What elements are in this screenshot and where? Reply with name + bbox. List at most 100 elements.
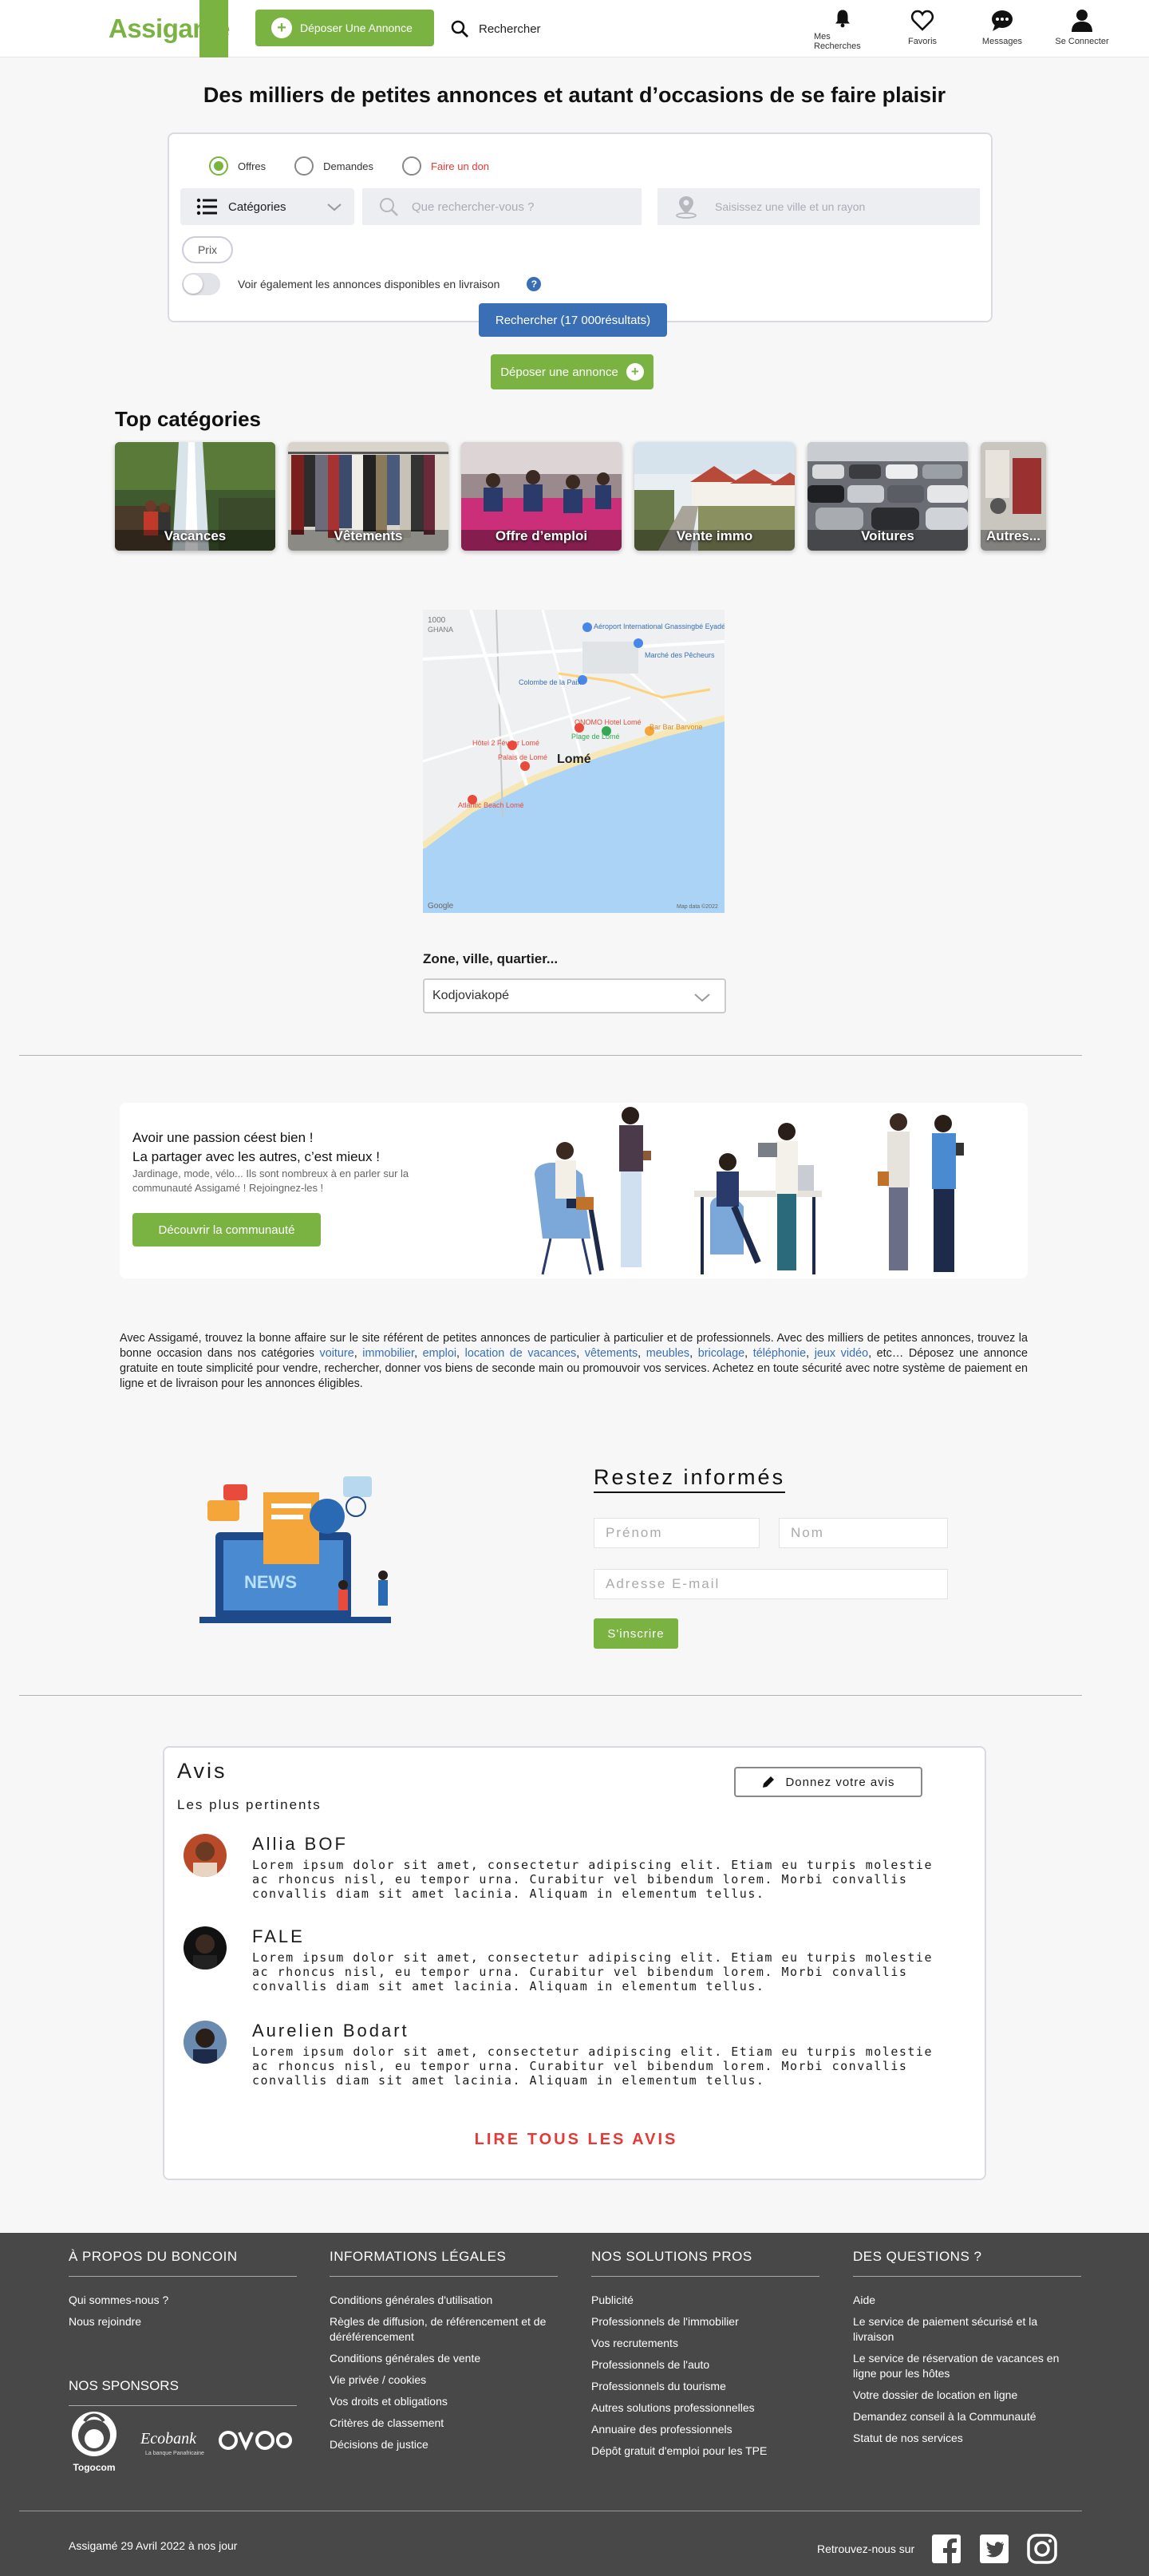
review-text: Lorem ipsum dolor sit amet, consectetur … bbox=[252, 2045, 933, 2088]
footer-link[interactable]: Conditions générales de vente bbox=[330, 2351, 558, 2366]
togocom-logo[interactable]: Togocom bbox=[72, 2412, 116, 2473]
chat-bubble-icon bbox=[992, 10, 1013, 31]
seo-link-emploi[interactable]: emploi bbox=[423, 1347, 456, 1360]
email-input[interactable]: Adresse E-mail bbox=[594, 1569, 948, 1599]
livraison-toggle[interactable] bbox=[182, 273, 220, 295]
search-filter-row: Catégories Que rechercher-vous ? Saisiss… bbox=[180, 188, 980, 225]
seo-link-telephonie[interactable]: téléphonie bbox=[753, 1347, 806, 1360]
map-label-atlantic: Atlantic Beach Lomé bbox=[458, 801, 524, 809]
footer-link[interactable]: Conditions générales d'utilisation bbox=[330, 2293, 558, 2308]
prenom-input[interactable]: Prénom bbox=[594, 1518, 760, 1548]
footer-link[interactable]: Vos recrutements bbox=[591, 2336, 819, 2351]
nom-input[interactable]: Nom bbox=[779, 1518, 948, 1548]
footer-link[interactable]: Vie privée / cookies bbox=[330, 2373, 558, 2388]
footer-link[interactable]: Annuaire des professionnels bbox=[591, 2422, 819, 2437]
category-label: Offre d’emploi bbox=[495, 528, 588, 543]
radio-demandes[interactable]: Demandes bbox=[294, 156, 373, 176]
seo-link-bricolage[interactable]: bricolage bbox=[698, 1347, 744, 1360]
seo-link-voiture[interactable]: voiture bbox=[320, 1347, 354, 1360]
map-canvas: 1000 GHANA Aéroport International Gnassi… bbox=[423, 610, 725, 913]
prenom-placeholder: Prénom bbox=[606, 1525, 663, 1540]
twitter-icon[interactable] bbox=[978, 2533, 1010, 2565]
footer-link[interactable]: Autres solutions professionnelles bbox=[591, 2400, 819, 2416]
plus-icon: + bbox=[626, 363, 644, 381]
onomo-logo[interactable] bbox=[219, 2431, 292, 2451]
reviews-card: Avis Les plus pertinents Donnez votre av… bbox=[163, 1746, 986, 2180]
livraison-toggle-row: Voir également les annonces disponibles … bbox=[182, 273, 542, 295]
donnez-avis-label: Donnez votre avis bbox=[785, 1775, 895, 1789]
seo-link-location-vacances[interactable]: location de vacances bbox=[465, 1347, 577, 1360]
seo-link-meubles[interactable]: meubles bbox=[646, 1347, 689, 1360]
nav-messages[interactable]: Messages bbox=[973, 8, 1031, 51]
seo-link-vetements[interactable]: vêtements bbox=[585, 1347, 638, 1360]
footer-link[interactable]: Le service de réservation de vacances en… bbox=[853, 2351, 1081, 2381]
category-tile-autres[interactable]: Autres... bbox=[981, 442, 1046, 551]
footer-link[interactable]: Dépôt gratuit d'emploi pour les TPE bbox=[591, 2444, 819, 2459]
footer-link[interactable]: Qui sommes-nous ? bbox=[69, 2293, 297, 2308]
nav-favoris-label: Favoris bbox=[907, 37, 938, 46]
what-search-input[interactable]: Que rechercher-vous ? bbox=[362, 188, 642, 225]
help-icon[interactable]: ? bbox=[527, 277, 542, 291]
category-tile-vacances[interactable]: Vacances bbox=[115, 442, 275, 551]
footer-link[interactable]: Critères de classement bbox=[330, 2416, 558, 2431]
seo-link-immobilier[interactable]: immobilier bbox=[362, 1347, 414, 1360]
facebook-icon[interactable] bbox=[930, 2533, 962, 2565]
footer-link[interactable]: Professionnels du tourisme bbox=[591, 2379, 819, 2394]
rechercher-submit-button[interactable]: Rechercher (17 000résultats) bbox=[479, 303, 667, 337]
map-label-hotel: Hôtel 2 Février Lomé bbox=[472, 739, 539, 747]
where-placeholder: Saisissez une ville et un rayon bbox=[715, 200, 866, 213]
decouvrir-communaute-button[interactable]: Découvrir la communauté bbox=[132, 1213, 321, 1247]
footer-link[interactable]: Demandez conseil à la Communauté bbox=[853, 2409, 1081, 2424]
footer-link[interactable]: Nous rejoindre bbox=[69, 2314, 297, 2329]
community-title: Avoir une passion céest bien ! La partag… bbox=[132, 1130, 380, 1164]
instagram-icon[interactable] bbox=[1026, 2533, 1058, 2565]
footer-link[interactable]: Vos droits et obligations bbox=[330, 2394, 558, 2409]
seo-link-jeux-video[interactable]: jeux vidéo bbox=[815, 1347, 868, 1360]
footer-link[interactable]: Professionnels de l'auto bbox=[591, 2357, 819, 2373]
nav-mes-recherches[interactable]: Mes Recherches bbox=[814, 8, 871, 51]
prix-filter-button[interactable]: Prix bbox=[182, 236, 233, 263]
ecobank-logo[interactable]: Ecobank La banque Panafricaine bbox=[140, 2430, 204, 2456]
map-city-label: Lomé bbox=[557, 753, 591, 766]
category-tile-voitures[interactable]: Voitures bbox=[807, 442, 968, 551]
radio-circle-checked bbox=[209, 156, 228, 176]
logo[interactable]: Assigamé bbox=[109, 0, 230, 57]
footer-link[interactable]: Statut de nos services bbox=[853, 2431, 1081, 2446]
where-location-input[interactable]: Saisissez une ville et un rayon bbox=[657, 188, 980, 225]
zone-select[interactable]: Kodjoviakopé bbox=[423, 978, 726, 1013]
lire-tous-les-avis-link[interactable]: LIRE TOUS LES AVIS bbox=[164, 2131, 988, 2149]
hero-title: Des milliers de petites annonces et auta… bbox=[203, 83, 946, 107]
category-tile-vente-immo[interactable]: Vente immo bbox=[634, 442, 795, 551]
heart-icon bbox=[910, 10, 934, 31]
donnez-avis-button[interactable]: Donnez votre avis bbox=[734, 1767, 922, 1797]
footer-link[interactable]: Votre dossier de location en ligne bbox=[853, 2388, 1081, 2403]
inscrire-button[interactable]: S'inscrire bbox=[594, 1618, 678, 1649]
deposer-annonce-button-secondary[interactable]: Déposer une annonce + bbox=[491, 354, 653, 389]
nav-se-connecter[interactable]: Se Connecter bbox=[1053, 8, 1111, 51]
footer-link[interactable]: Le service de paiement sécurisé et la li… bbox=[853, 2314, 1081, 2345]
footer-link[interactable]: Décisions de justice bbox=[330, 2437, 558, 2452]
radio-faire-un-don[interactable]: Faire un don bbox=[402, 156, 489, 176]
social-links: Retrouvez-nous sur bbox=[817, 2533, 1058, 2565]
map-label-onomo: ONOMO Hotel Lomé bbox=[574, 718, 642, 726]
footer-link[interactable]: Publicité bbox=[591, 2293, 819, 2308]
footer-link[interactable]: Professionnels de l'immobilier bbox=[591, 2314, 819, 2329]
categories-dropdown[interactable]: Catégories bbox=[180, 188, 354, 225]
user-icon bbox=[1072, 10, 1092, 32]
sponsors-title: NOS SPONSORS bbox=[69, 2378, 297, 2406]
deposer-annonce-button[interactable]: + Déposer Une Annonce bbox=[255, 10, 434, 46]
community-banner: Avoir une passion céest bien ! La partag… bbox=[120, 1103, 1028, 1278]
reviews-title: Avis bbox=[177, 1759, 227, 1783]
category-tile-vetements[interactable]: Vêtements bbox=[288, 442, 448, 551]
radio-offres[interactable]: Offres bbox=[209, 156, 266, 176]
footer-link[interactable]: Règles de diffusion, de référencement et… bbox=[330, 2314, 558, 2345]
reviewer-name: Aurelien Bodart bbox=[252, 2021, 409, 2041]
header-search-link[interactable]: Rechercher bbox=[450, 14, 541, 43]
seo-description: Avec Assigamé, trouvez la bonne affaire … bbox=[120, 1332, 1029, 1390]
follow-label: Retrouvez-nous sur bbox=[817, 2542, 915, 2555]
map-google-label: Google bbox=[428, 902, 454, 911]
category-tile-offre-emploi[interactable]: Offre d’emploi bbox=[461, 442, 622, 551]
nav-favoris[interactable]: Favoris bbox=[894, 8, 951, 51]
footer-link[interactable]: Aide bbox=[853, 2293, 1081, 2308]
location-map[interactable]: 1000 GHANA Aéroport International Gnassi… bbox=[423, 610, 725, 913]
